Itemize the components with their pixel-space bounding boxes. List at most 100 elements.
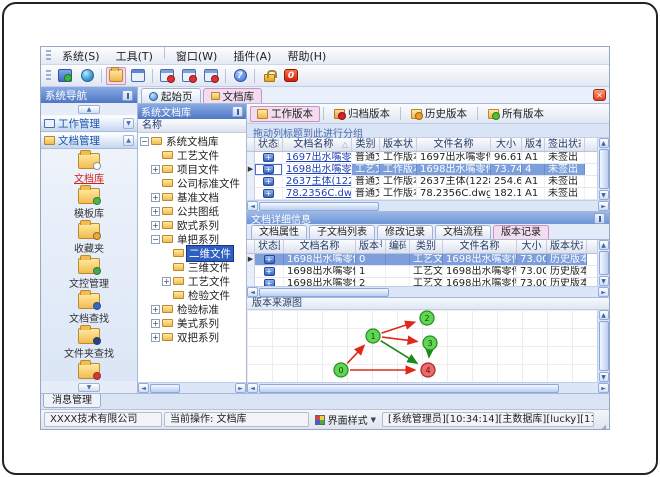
- version-node-4[interactable]: 4: [420, 362, 436, 378]
- all-version-button[interactable]: 所有版本: [481, 106, 551, 122]
- scroll-right-icon[interactable]: ►: [598, 287, 609, 297]
- scroll-down-icon[interactable]: ▼: [598, 190, 609, 200]
- tree-node[interactable]: + 检验标准: [138, 302, 246, 316]
- column-header[interactable]: 版本号: [522, 138, 545, 151]
- column-header[interactable]: 大小: [491, 138, 522, 151]
- table-row[interactable]: +1698出水嘴零件图.dwg1工艺文件1698出水嘴零件图.dwg73.00K…: [247, 266, 597, 278]
- row-indicator-header[interactable]: [247, 240, 255, 253]
- scroll-down-icon[interactable]: ▼: [598, 372, 609, 382]
- interface-style-selector[interactable]: 界面样式 ▼: [311, 412, 380, 427]
- menu-item[interactable]: 帮助(H): [279, 47, 334, 65]
- graph-vscroll[interactable]: ▲ ▼: [597, 310, 609, 382]
- tree-node[interactable]: + 基准文档: [138, 190, 246, 204]
- sidebar-item-2[interactable]: 模板库: [74, 185, 104, 220]
- menu-item[interactable]: 插件(A): [225, 47, 279, 65]
- version-node-2[interactable]: 2: [419, 310, 435, 326]
- table-row[interactable]: +2637主体(12284).dwg普通文档工作版本2637主体(12284).…: [247, 176, 597, 188]
- row-indicator-header[interactable]: [247, 138, 255, 151]
- group-by-hint[interactable]: 拖动列标题到此进行分组: [247, 124, 609, 140]
- scroll-up-icon[interactable]: ▲: [598, 240, 609, 250]
- pin-icon[interactable]: [594, 212, 605, 224]
- detail-tab-2[interactable]: 子文档列表: [309, 225, 375, 239]
- history-version-button[interactable]: 历史版本: [404, 106, 474, 122]
- expand-icon[interactable]: +: [151, 332, 160, 342]
- sidebar-item-6[interactable]: 文件夹查找: [64, 325, 114, 360]
- column-header[interactable]: 类别: [410, 240, 443, 253]
- help-icon-button[interactable]: ?: [230, 67, 250, 85]
- sidebar-scroll-down[interactable]: ▼: [41, 381, 137, 393]
- detail-tab-5[interactable]: 版本记录: [493, 225, 549, 239]
- close-doc-icon-button[interactable]: [157, 67, 177, 85]
- exit-icon-button[interactable]: 0: [281, 67, 301, 85]
- collapse-icon[interactable]: −: [140, 136, 149, 146]
- table-row[interactable]: +1698出水嘴零件图.dwg2工艺文件1698出水嘴零件图.dwg73.00K…: [247, 278, 597, 286]
- sidebar-group-document[interactable]: 文档管理 ▲: [41, 132, 137, 149]
- scroll-up-icon[interactable]: ▲: [598, 310, 609, 320]
- scroll-right-icon[interactable]: ►: [235, 383, 246, 393]
- close-doc2-icon-button[interactable]: [179, 67, 199, 85]
- table-row[interactable]: ▶+1698出水嘴零件图.dwg0工艺文件1698出水嘴零件图.dwg73.00…: [247, 254, 597, 266]
- detail-tab-3[interactable]: 修改记录: [377, 225, 433, 239]
- tree-node[interactable]: 二维文件: [138, 244, 246, 262]
- sidebar-item-5[interactable]: 文档查找: [69, 290, 109, 325]
- table-row[interactable]: ▶+1698出水嘴零件图.dwg工艺文件工作版本1698出水嘴零件图.dwg73…: [247, 164, 597, 176]
- version-node-3[interactable]: 3: [422, 335, 438, 351]
- scroll-right-icon[interactable]: ►: [598, 201, 609, 211]
- expand-icon[interactable]: +: [151, 304, 160, 314]
- expand-icon[interactable]: +: [162, 276, 171, 286]
- upper-grid-vscroll[interactable]: ▲ ▼: [597, 138, 609, 200]
- tab-document-library[interactable]: 文档库: [202, 88, 262, 103]
- tree-column-header[interactable]: 名称: [138, 119, 246, 133]
- column-header[interactable]: 文档名称 △: [283, 138, 352, 151]
- version-node-0[interactable]: 0: [333, 362, 349, 378]
- pin-icon[interactable]: [232, 106, 243, 117]
- display-icon-button[interactable]: [55, 67, 75, 85]
- column-header[interactable]: 签出状态: [545, 138, 585, 151]
- menu-item[interactable]: 窗口(W): [168, 47, 225, 65]
- column-header[interactable]: 文件名称: [443, 240, 517, 253]
- chevron-down-icon[interactable]: ▼: [123, 118, 134, 129]
- column-header[interactable]: 版本号: [356, 240, 386, 253]
- column-header[interactable]: 状态图: [255, 138, 283, 151]
- menu-item[interactable]: 工具(T): [108, 47, 161, 65]
- column-header[interactable]: 类别: [352, 138, 380, 151]
- tree-horizontal-scrollbar[interactable]: ◄ ►: [138, 382, 246, 393]
- resize-grip[interactable]: [596, 415, 606, 429]
- sidebar-item-3[interactable]: 收藏夹: [74, 220, 104, 255]
- pin-icon[interactable]: [122, 89, 133, 101]
- tree-node[interactable]: + 工艺文件: [138, 274, 246, 288]
- dock-tab-message[interactable]: 消息管理: [43, 394, 101, 408]
- tree-node[interactable]: + 欧式系列: [138, 218, 246, 232]
- scroll-down-icon[interactable]: ▼: [598, 276, 609, 286]
- tree-node[interactable]: − 系统文档库: [138, 134, 246, 148]
- sidebar-item-7[interactable]: 签出的文档: [64, 360, 114, 381]
- folder-window-icon-button[interactable]: [106, 66, 126, 85]
- tree-node[interactable]: 检验文件: [138, 288, 246, 302]
- expand-icon[interactable]: +: [151, 192, 160, 202]
- graph-hscroll[interactable]: ◄ ►: [247, 382, 609, 393]
- scroll-left-icon[interactable]: ◄: [247, 383, 258, 393]
- detail-tab-1[interactable]: 文档属性: [251, 225, 307, 239]
- expand-icon[interactable]: +: [151, 220, 160, 230]
- table-row[interactable]: +1697出水嘴零件图.dwg普通文档工作版本1697出水嘴零件图.dwg96.…: [247, 152, 597, 164]
- scroll-right-icon[interactable]: ►: [598, 383, 609, 393]
- grid-window-icon-button[interactable]: [128, 67, 148, 85]
- scroll-thumb[interactable]: [598, 149, 609, 189]
- tree-node[interactable]: 三维文件: [138, 260, 246, 274]
- archive-version-button[interactable]: 归档版本: [327, 106, 397, 122]
- sidebar-item-4[interactable]: 文控管理: [69, 255, 109, 290]
- scroll-up-icon[interactable]: ▲: [598, 138, 609, 148]
- scroll-left-icon[interactable]: ◄: [247, 287, 258, 297]
- sidebar-scroll-up[interactable]: ▲: [41, 103, 137, 115]
- close-icon[interactable]: ✕: [593, 89, 606, 101]
- detail-tab-4[interactable]: 文档流程: [435, 225, 491, 239]
- tab-start-page[interactable]: 起始页: [141, 88, 201, 103]
- column-header[interactable]: 状态图: [255, 240, 284, 253]
- detail-grid-hscroll[interactable]: ◄ ►: [247, 286, 609, 297]
- scroll-thumb[interactable]: [598, 251, 609, 275]
- tree-node[interactable]: 公司标准文件: [138, 176, 246, 190]
- close-doc3-icon-button[interactable]: [201, 67, 221, 85]
- menu-item[interactable]: 系统(S): [54, 47, 108, 65]
- tree-node[interactable]: + 项目文件: [138, 162, 246, 176]
- expand-icon[interactable]: +: [151, 318, 160, 328]
